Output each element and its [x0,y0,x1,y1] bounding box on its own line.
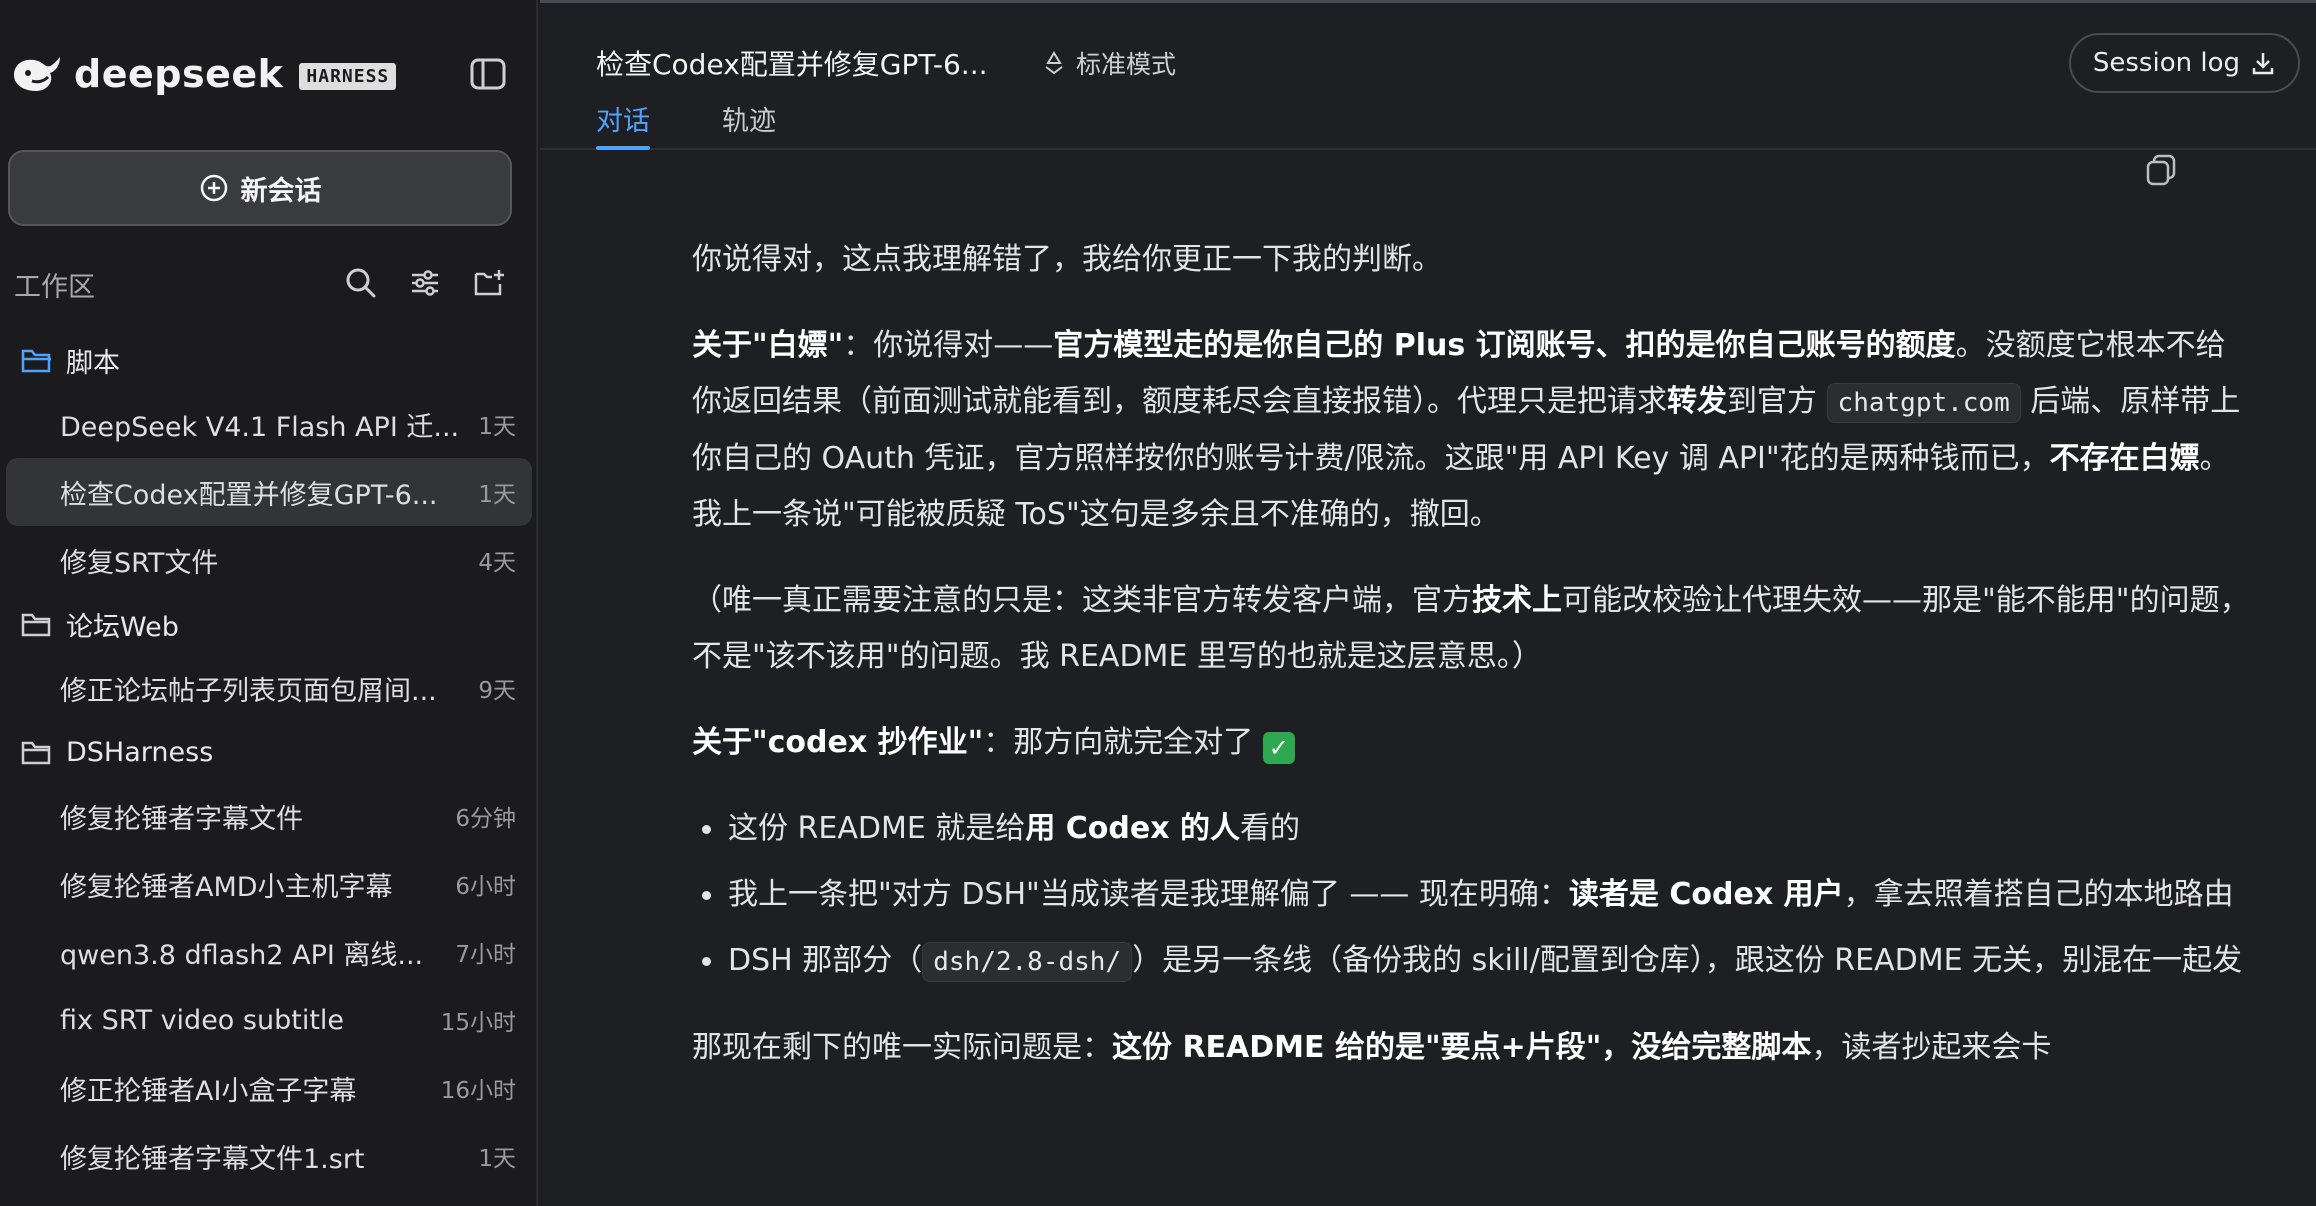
message-paragraph: 关于"白嫖"：你说得对——官方模型走的是你自己的 Plus 订阅账号、扣的是你自… [692,328,2241,532]
conversation-item-active[interactable]: 检查Codex配置并修复GPT-6... 1天 [6,458,532,526]
project-tree: 脚本 DeepSeek V4.1 Flash API 迁... 1天 检查Cod… [0,330,536,1190]
copy-icon[interactable] [2144,152,2180,188]
conversation-item[interactable]: 修正抡锤者AI小盒子字幕 16小时 [6,1054,532,1122]
folder-icon [21,741,51,765]
conversation-time: 1天 [478,482,516,508]
conversation-title: 修正论坛帖子列表页面包屑间... [60,675,437,707]
conversation-title-header: 检查Codex配置并修复GPT-6... [596,48,988,81]
list-item: 我上一条把"对方 DSH"当成读者是我理解偏了 —— 现在明确：读者是 Code… [692,867,2252,923]
bullet-list: 这份 README 就是给用 Codex 的人看的 我上一条把"对方 DSH"当… [692,801,2252,990]
mode-selector[interactable]: 标准模式 [1040,45,1176,81]
brand-logo: deepseek HARNESS [10,46,397,102]
conversation-time: 9天 [478,678,516,704]
folder-label: DSHarness [66,736,214,768]
conversation-item[interactable]: 修复抡锤者AMD小主机字幕 6小时 [6,850,532,918]
brand-badge: HARNESS [299,62,397,90]
conversation-title: 修复抡锤者字幕文件 [60,803,303,835]
conversation-item[interactable]: qwen3.8 dflash2 API 离线... 7小时 [6,918,532,986]
conversation-title: fix SRT video subtitle [60,1004,345,1036]
conversation-title: 修复抡锤者AMD小主机字幕 [60,871,393,903]
folder-label: 脚本 [66,347,120,379]
conversation-title: 修复SRT文件 [60,547,219,579]
conversation-item[interactable]: 修复抡锤者字幕文件 6分钟 [6,782,532,850]
tab-conversation[interactable]: 对话 [596,99,650,150]
conversation-item[interactable]: 修复抡锤者字幕文件1.srt 1天 [6,1122,532,1190]
conversation-time: 4天 [478,550,516,576]
list-item: DSH 那部分（ dsh/2.8-dsh/）是另一条线（备份我的 skill/配置… [692,933,2252,990]
app-window: deepseek HARNESS 新会话 工作区 脚本 DeepSeek V4.… [0,0,2316,1206]
brand-name: deepseek [74,52,284,96]
sidebar: deepseek HARNESS 新会话 工作区 脚本 DeepSeek V4.… [0,0,538,1206]
mode-label: 标准模式 [1076,50,1177,79]
folder-item[interactable]: 论坛Web [0,594,536,654]
conversation-time: 6分钟 [455,806,516,832]
inline-code: dsh/2.8-dsh/ [922,942,1133,982]
conversation-time: 7小时 [455,942,516,968]
recycle-mode-icon [1045,51,1063,75]
whale-logo-icon [14,57,60,91]
conversation-time: 1天 [478,414,516,440]
conversation-item[interactable]: DeepSeek V4.1 Flash API 迁... 1天 [6,390,532,458]
message-paragraph: 那现在剩下的唯一实际问题是：这份 README 给的是"要点+片段"，没给完整脚… [692,1030,2052,1065]
folder-open-icon [21,349,51,373]
search-icon[interactable] [344,266,378,300]
message-paragraph: （唯一真正需要注意的只是：这类非官方转发客户端，官方技术上可能改校验让代理失效—… [692,583,2250,674]
conversation-title: 修复抡锤者字幕文件1.srt [60,1143,365,1175]
sidebar-toggle-icon[interactable] [470,58,506,90]
conversation-item[interactable]: 修复SRT文件 4天 [6,526,532,594]
list-item: 这份 README 就是给用 Codex 的人看的 [692,801,2252,857]
workspace-header: 工作区 [14,262,514,306]
view-tabs: 对话 轨迹 [596,99,776,150]
inline-code: chatgpt.com [1826,383,2021,423]
message-paragraph: 你说得对，这点我理解错了，我给你更正一下我的判断。 [692,242,1442,277]
plus-circle-icon [200,174,227,202]
download-icon [2252,53,2274,75]
filter-sliders-icon[interactable] [408,266,442,300]
conversation-title: 检查Codex配置并修复GPT-6... [60,479,438,511]
conversation-title: 修正抡锤者AI小盒子字幕 [60,1075,357,1107]
new-chat-button[interactable]: 新会话 [8,150,512,226]
check-mark-icon: ✓ [1262,732,1295,764]
conversation-time: 6小时 [455,874,516,900]
conversation-title: DeepSeek V4.1 Flash API 迁... [60,411,460,443]
folder-icon [21,613,51,637]
conversation-item[interactable]: 修正论坛帖子列表页面包屑间... 9天 [6,654,532,722]
folder-item[interactable]: DSHarness [0,722,536,782]
workspace-label: 工作区 [14,271,95,303]
conversation-item[interactable]: fix SRT video subtitle 15小时 [6,986,532,1054]
new-chat-label: 新会话 [240,175,322,207]
conversation-time: 1天 [478,1146,516,1172]
session-log-label: Session log [2092,48,2240,78]
conversation-header: 检查Codex配置并修复GPT-6... 标准模式 Session log 对话… [540,0,2316,150]
new-folder-icon[interactable] [472,266,506,300]
folder-label: 论坛Web [66,611,179,643]
folder-item[interactable]: 脚本 [0,330,536,390]
conversation-time: 16小时 [440,1078,516,1104]
session-log-button[interactable]: Session log [2068,33,2300,93]
conversation-title: qwen3.8 dflash2 API 离线... [60,939,424,971]
assistant-message: 你说得对，这点我理解错了，我给你更正一下我的判断。 关于"白嫖"：你说得对——官… [692,232,2252,1106]
tab-trace[interactable]: 轨迹 [722,99,776,150]
main-panel: 检查Codex配置并修复GPT-6... 标准模式 Session log 对话… [540,0,2316,1206]
message-paragraph: 关于"codex 抄作业"：那方向就完全对了 ✓ [692,715,2252,771]
conversation-time: 15小时 [440,1010,516,1036]
